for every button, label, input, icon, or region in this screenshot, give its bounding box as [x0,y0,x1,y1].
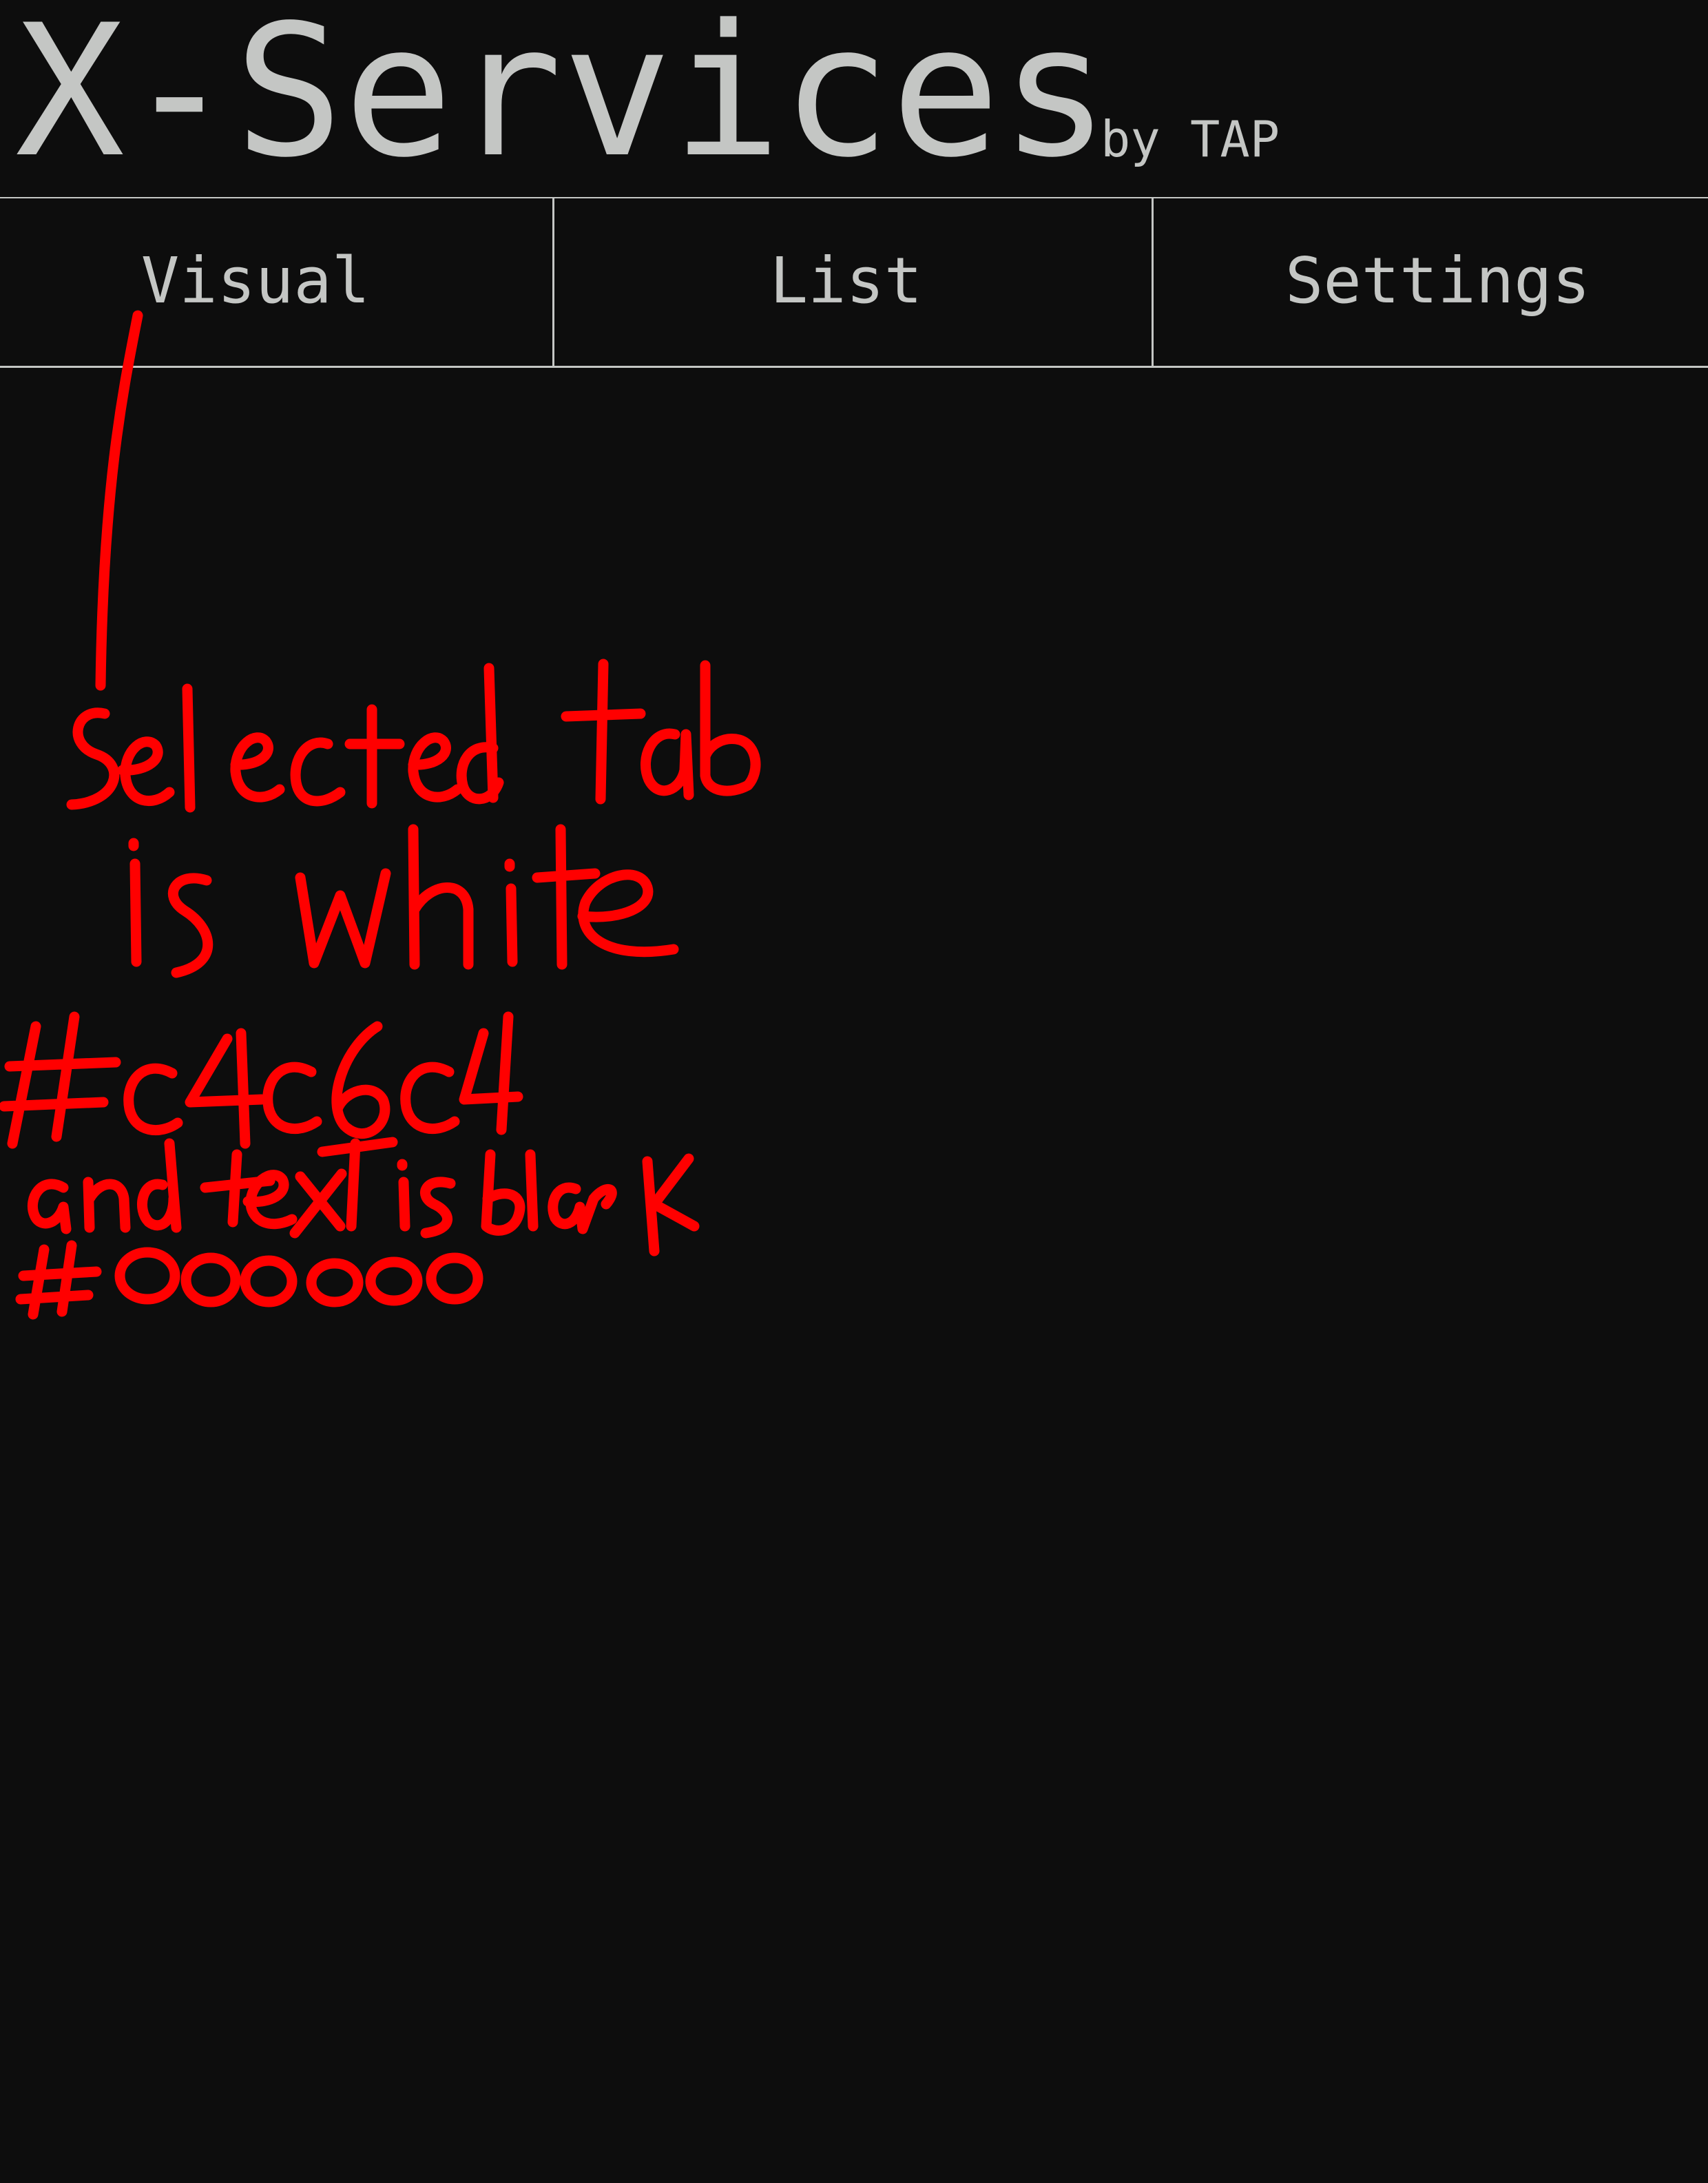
tab-list[interactable]: List [554,198,1154,366]
content-area [0,368,1708,2183]
tab-visual-label: Visual [140,244,371,318]
tab-visual[interactable]: Visual [0,198,554,366]
tab-bar: Visual List Settings [0,198,1708,368]
app-title: X-Services [15,0,1110,198]
app-subtitle: by TAP [1101,110,1280,168]
app-header: X-Services by TAP [0,0,1708,198]
tab-list-label: List [769,244,923,318]
tab-settings[interactable]: Settings [1154,198,1708,366]
tab-settings-label: Settings [1284,244,1591,318]
